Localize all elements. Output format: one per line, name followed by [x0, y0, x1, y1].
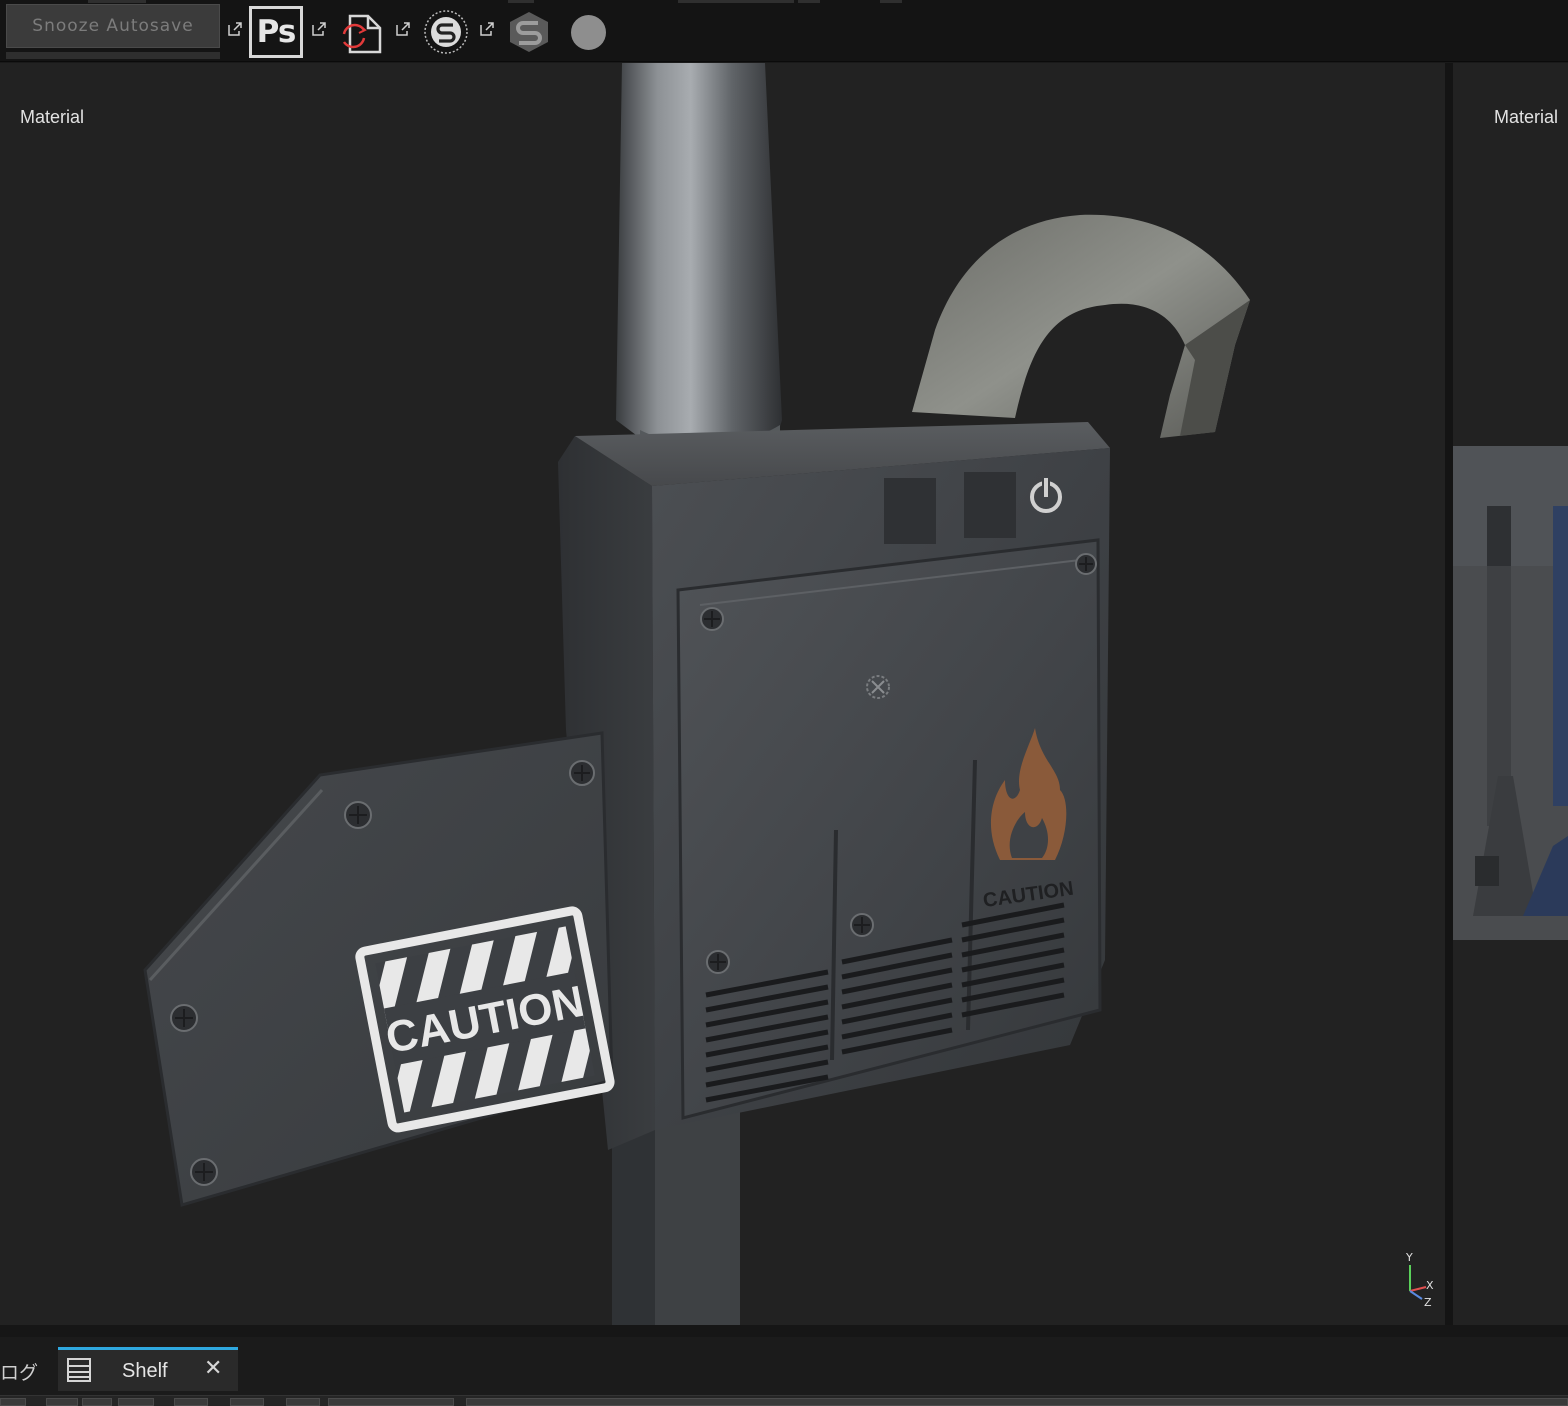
switch-block [964, 472, 1016, 538]
toolbar-edge [88, 0, 146, 3]
close-icon[interactable]: ✕ [204, 1356, 222, 1381]
axis-y-label: Y [1405, 1251, 1413, 1264]
shelf-tool-button[interactable] [82, 1398, 112, 1406]
external-link-icon[interactable] [312, 22, 326, 36]
shelf-tool-button[interactable] [46, 1398, 78, 1406]
axis-z-label: Z [1424, 1296, 1432, 1307]
shelf-tab-label: Shelf [122, 1360, 168, 1382]
shelf-tool-button[interactable] [230, 1398, 264, 1406]
viewport-mode-label: Material [20, 107, 85, 127]
tab-shelf[interactable]: Shelf ✕ [58, 1347, 238, 1391]
toolbar-edge [678, 0, 794, 3]
snooze-progress-track [6, 52, 220, 59]
toolbar-edge [798, 0, 820, 3]
shelf-tool-button[interactable] [174, 1398, 208, 1406]
pipe [616, 63, 782, 446]
photoshop-icon[interactable]: Ps [249, 6, 303, 58]
axis-gizmo: Y X Z [1405, 1251, 1434, 1307]
viewport-splitter[interactable] [1445, 63, 1453, 1325]
shelf-search-input[interactable] [466, 1398, 1568, 1406]
snooze-autosave-button[interactable]: Snooze Autosave [6, 4, 220, 48]
2d-viewport[interactable]: Material [1453, 63, 1568, 1325]
uv-texture-preview [1453, 446, 1568, 940]
axis-x-label: X [1426, 1279, 1434, 1292]
shelf-tool-button[interactable] [118, 1398, 154, 1406]
export-refresh-icon[interactable] [338, 8, 384, 54]
shelf-tool-button[interactable] [0, 1398, 26, 1406]
panel-separator [0, 1325, 1568, 1337]
external-link-icon[interactable] [480, 22, 494, 36]
substance-launcher-icon[interactable] [423, 9, 469, 55]
substance-painter-window: Snooze Autosave Ps CAUTION CAUTION Mater… [0, 0, 1568, 1406]
shelf-filter-input[interactable] [328, 1398, 454, 1406]
substance-logo-icon[interactable] [508, 10, 550, 54]
tab-log[interactable]: ログ [0, 1352, 56, 1390]
toolbar-edge [880, 0, 902, 3]
record-circle-icon[interactable] [571, 15, 606, 50]
shelf-tool-button[interactable] [286, 1398, 320, 1406]
external-link-icon[interactable] [228, 22, 242, 36]
shelf-list-icon [67, 1358, 91, 1382]
toolbar-edge [508, 0, 534, 3]
3d-model-render: CAUTION CAUTION [143, 63, 1250, 1325]
3d-viewport[interactable]: CAUTION CAUTION Material Y X Z [0, 63, 1445, 1325]
top-toolbar: Snooze Autosave Ps [0, 0, 1568, 62]
viewport2-mode-label: Material [1494, 107, 1559, 127]
external-link-icon[interactable] [396, 22, 410, 36]
switch-block [884, 478, 936, 544]
